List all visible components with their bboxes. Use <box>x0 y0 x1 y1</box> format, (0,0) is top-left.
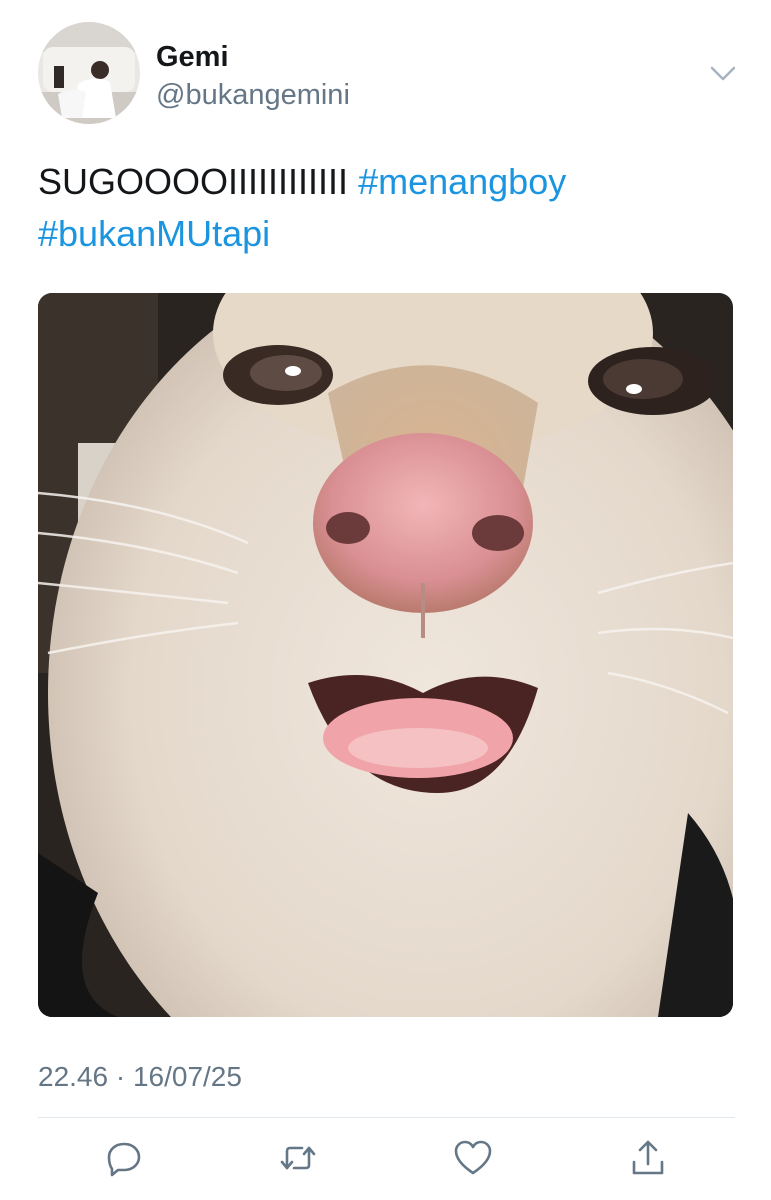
tweet-text-body: SUGOOOOIIIIIIIIIIII <box>38 161 349 202</box>
like-button[interactable] <box>453 1138 493 1178</box>
share-button[interactable] <box>628 1138 668 1178</box>
tweet-media-image[interactable] <box>38 293 733 1017</box>
chevron-down-icon[interactable] <box>708 62 738 86</box>
cat-photo <box>38 293 733 1017</box>
reply-icon <box>107 1142 141 1177</box>
author-display-name[interactable]: Gemi <box>156 42 229 72</box>
heart-icon <box>454 1140 492 1175</box>
tweet-action-bar <box>38 1118 735 1200</box>
tweet-header: Gemi @bukangemini <box>38 22 738 126</box>
avatar[interactable] <box>38 22 140 124</box>
reply-button[interactable] <box>104 1138 144 1178</box>
avatar-image <box>38 22 140 124</box>
hashtag-link[interactable]: #menangboy <box>358 161 566 202</box>
hashtag-link[interactable]: #bukanMUtapi <box>38 213 270 254</box>
retweet-icon <box>280 1146 316 1170</box>
tweet-timestamp[interactable]: 22.46 · 16/07/25 <box>38 1061 242 1093</box>
author-handle[interactable]: @bukangemini <box>156 80 350 110</box>
tweet-text: SUGOOOOIIIIIIIIIIII #menangboy #bukanMUta… <box>38 156 728 260</box>
retweet-button[interactable] <box>278 1138 318 1178</box>
share-icon <box>632 1140 664 1175</box>
